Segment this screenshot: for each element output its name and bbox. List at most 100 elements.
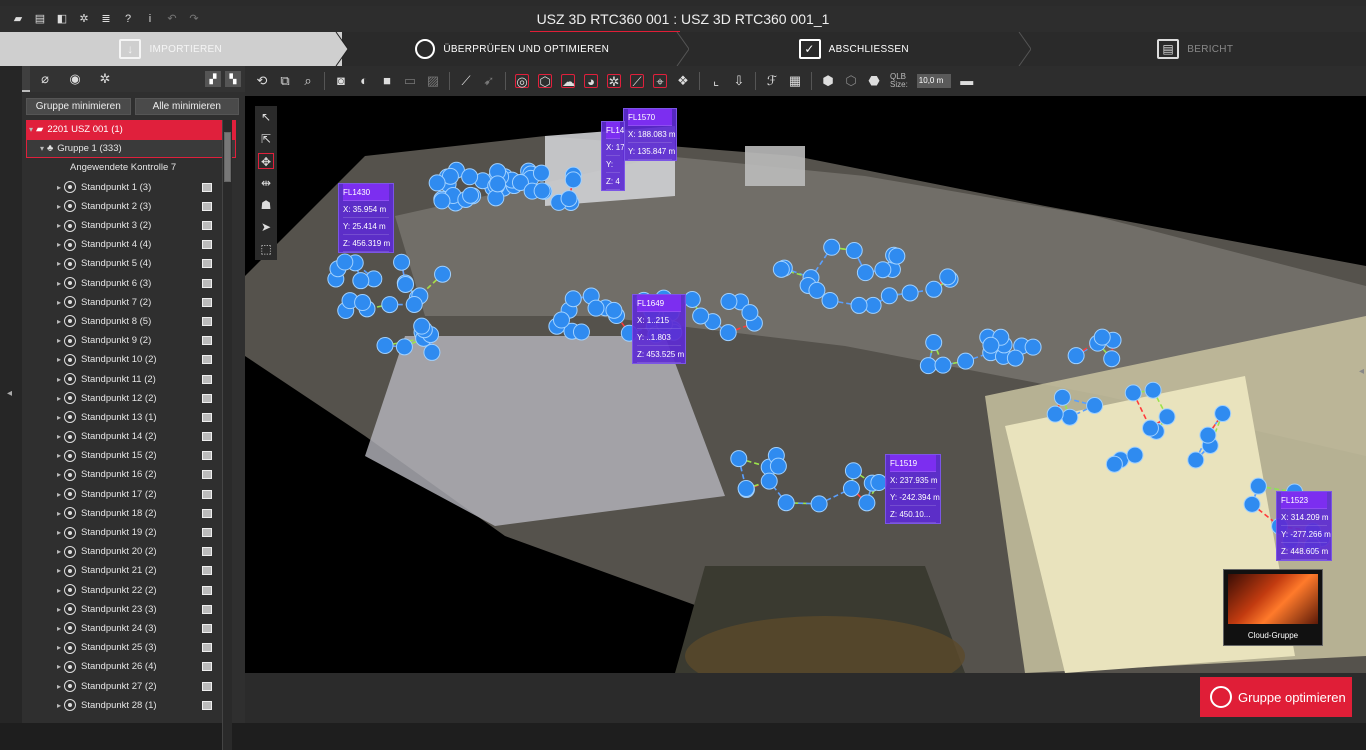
step-review-optimize[interactable]: ÜBERPRÜFEN UND OPTIMIEREN [342, 32, 684, 66]
scan-station-node[interactable] [1188, 452, 1204, 468]
align-icon[interactable]: ⇩ [732, 74, 746, 88]
tree-item-standpunkt[interactable]: ▸Standpunkt 7 (2) [26, 293, 236, 312]
scan-station-node[interactable] [1125, 385, 1141, 401]
tab-targets[interactable]: ✲ [90, 66, 120, 92]
tree-item-standpunkt[interactable]: ▸Standpunkt 27 (2) [26, 676, 236, 695]
align-tool-icon[interactable]: ⇹ [258, 175, 274, 191]
scan-station-node[interactable] [1215, 406, 1231, 422]
cloud-toggle-icon[interactable]: ☁ [561, 74, 575, 88]
qlb-size-input[interactable]: 10,0 m [917, 74, 951, 88]
tree-item-standpunkt[interactable]: ▸Standpunkt 16 (2) [26, 465, 236, 484]
scan-station-node[interactable] [875, 262, 891, 278]
scan-station-node[interactable] [778, 495, 794, 511]
scan-station-node[interactable] [824, 239, 840, 255]
image-thumbnail-icon[interactable] [202, 490, 212, 499]
image-thumbnail-icon[interactable] [202, 355, 212, 364]
expand-arrow-icon[interactable]: ▸ [54, 547, 64, 556]
scan-station-node[interactable] [773, 261, 789, 277]
project-icon[interactable]: ▤ [34, 13, 46, 25]
tree-item-standpunkt[interactable]: ▸Standpunkt 3 (2) [26, 216, 236, 235]
image-thumbnail-icon[interactable] [202, 336, 212, 345]
size-slider-icon[interactable]: ▬ [960, 74, 974, 88]
copy-view-icon[interactable]: ⧉ [278, 74, 292, 88]
expand-arrow-icon[interactable]: ▸ [54, 279, 64, 288]
scan-station-node[interactable] [429, 175, 445, 191]
tree-item-standpunkt[interactable]: ▸Standpunkt 14 (2) [26, 427, 236, 446]
clip-icon[interactable]: ▭ [403, 74, 417, 88]
collapse-left-icon[interactable]: ◂ [7, 388, 12, 399]
tree-item-standpunkt[interactable]: ▸Standpunkt 23 (3) [26, 600, 236, 619]
scan-station-node[interactable] [553, 312, 569, 328]
image-thumbnail-icon[interactable] [202, 317, 212, 326]
image-thumbnail-icon[interactable] [202, 298, 212, 307]
image-thumbnail-icon[interactable] [202, 566, 212, 575]
collapse-arrow-icon[interactable]: ▾ [26, 125, 36, 134]
image-thumbnail-icon[interactable] [202, 701, 212, 710]
add-point-icon[interactable]: ⌞ [709, 74, 723, 88]
scan-station-node[interactable] [435, 266, 451, 282]
render-icon[interactable]: ▦ [788, 74, 802, 88]
cube-eye-icon[interactable]: ⬡ [844, 74, 858, 88]
cube-outline-icon[interactable]: ⬚ [258, 241, 274, 257]
expand-arrow-icon[interactable]: ▸ [54, 394, 64, 403]
scan-station-node[interactable] [414, 318, 430, 334]
tree-control[interactable]: Angewendete Kontrolle 7 [26, 158, 236, 177]
tree-item-standpunkt[interactable]: ▸Standpunkt 8 (5) [26, 312, 236, 331]
scan-station-node[interactable] [902, 285, 918, 301]
expand-arrow-icon[interactable]: ▸ [54, 470, 64, 479]
tree-item-standpunkt[interactable]: ▸Standpunkt 5 (4) [26, 254, 236, 273]
scan-station-node[interactable] [926, 335, 942, 351]
scan-station-node[interactable] [684, 291, 700, 307]
step-finish[interactable]: ✓ ABSCHLIESSEN [683, 32, 1025, 66]
collapse-arrow-icon[interactable]: ▾ [37, 144, 47, 153]
undo-icon[interactable]: ↶ [166, 13, 178, 25]
tree-item-standpunkt[interactable]: ▸Standpunkt 6 (3) [26, 274, 236, 293]
expand-arrow-icon[interactable]: ▸ [54, 259, 64, 268]
sphere-toggle-icon[interactable]: ◕ [584, 74, 598, 88]
station-label-fl1649[interactable]: FL1649 X: 1..215 Y: ..1.803 Z: 453.525 m [632, 294, 686, 364]
tab-network[interactable]: ◉ [60, 66, 90, 92]
scan-station-node[interactable] [588, 300, 604, 316]
image-thumbnail-icon[interactable] [202, 240, 212, 249]
scan-station-node[interactable] [1127, 447, 1143, 463]
scan-station-node[interactable] [490, 176, 506, 192]
image-thumbnail-icon[interactable] [202, 202, 212, 211]
expand-arrow-icon[interactable]: ▸ [54, 586, 64, 595]
pin-toggle-icon[interactable]: ⌖ [653, 74, 667, 88]
panel-collapse-handle[interactable]: ◂ [0, 66, 22, 723]
scan-station-node[interactable] [983, 337, 999, 353]
expand-arrow-icon[interactable]: ▸ [54, 624, 64, 633]
scan-station-node[interactable] [721, 293, 737, 309]
select-arrow-icon[interactable]: ↖ [258, 109, 274, 125]
cube-icon[interactable]: ⬢ [821, 74, 835, 88]
scan-station-node[interactable] [1106, 456, 1122, 472]
info-icon[interactable]: i [144, 13, 156, 25]
image-thumbnail-icon[interactable] [202, 509, 212, 518]
expand-arrow-icon[interactable]: ▸ [54, 490, 64, 499]
scan-station-node[interactable] [1250, 478, 1266, 494]
image-thumbnail-icon[interactable] [202, 470, 212, 479]
scan-station-node[interactable] [1145, 382, 1161, 398]
tree-item-standpunkt[interactable]: ▸Standpunkt 19 (2) [26, 523, 236, 542]
image-thumbnail-icon[interactable] [202, 605, 212, 614]
tag-toggle-icon[interactable]: ⬡ [538, 74, 552, 88]
tree-item-standpunkt[interactable]: ▸Standpunkt 11 (2) [26, 369, 236, 388]
scan-station-node[interactable] [406, 296, 422, 312]
scan-station-node[interactable] [463, 187, 479, 203]
image-thumbnail-icon[interactable] [202, 662, 212, 671]
scan-station-node[interactable] [1068, 348, 1084, 364]
settings-icon[interactable]: ✲ [78, 13, 90, 25]
image-thumbnail-icon[interactable] [202, 547, 212, 556]
expand-arrow-icon[interactable]: ▸ [54, 605, 64, 614]
image-thumbnail-icon[interactable] [202, 279, 212, 288]
orbit-icon[interactable]: ⟲ [255, 74, 269, 88]
scan-station-node[interactable] [859, 495, 875, 511]
scan-station-node[interactable] [1104, 351, 1120, 367]
tree-item-standpunkt[interactable]: ▸Standpunkt 25 (3) [26, 638, 236, 657]
scan-station-node[interactable] [1007, 350, 1023, 366]
collapse-panel-icon[interactable]: ▚ [225, 71, 241, 87]
box-icon[interactable]: ■ [380, 74, 394, 88]
scan-station-node[interactable] [397, 276, 413, 292]
open-folder-icon[interactable]: ▰ [12, 13, 24, 25]
scan-station-node[interactable] [488, 190, 504, 206]
